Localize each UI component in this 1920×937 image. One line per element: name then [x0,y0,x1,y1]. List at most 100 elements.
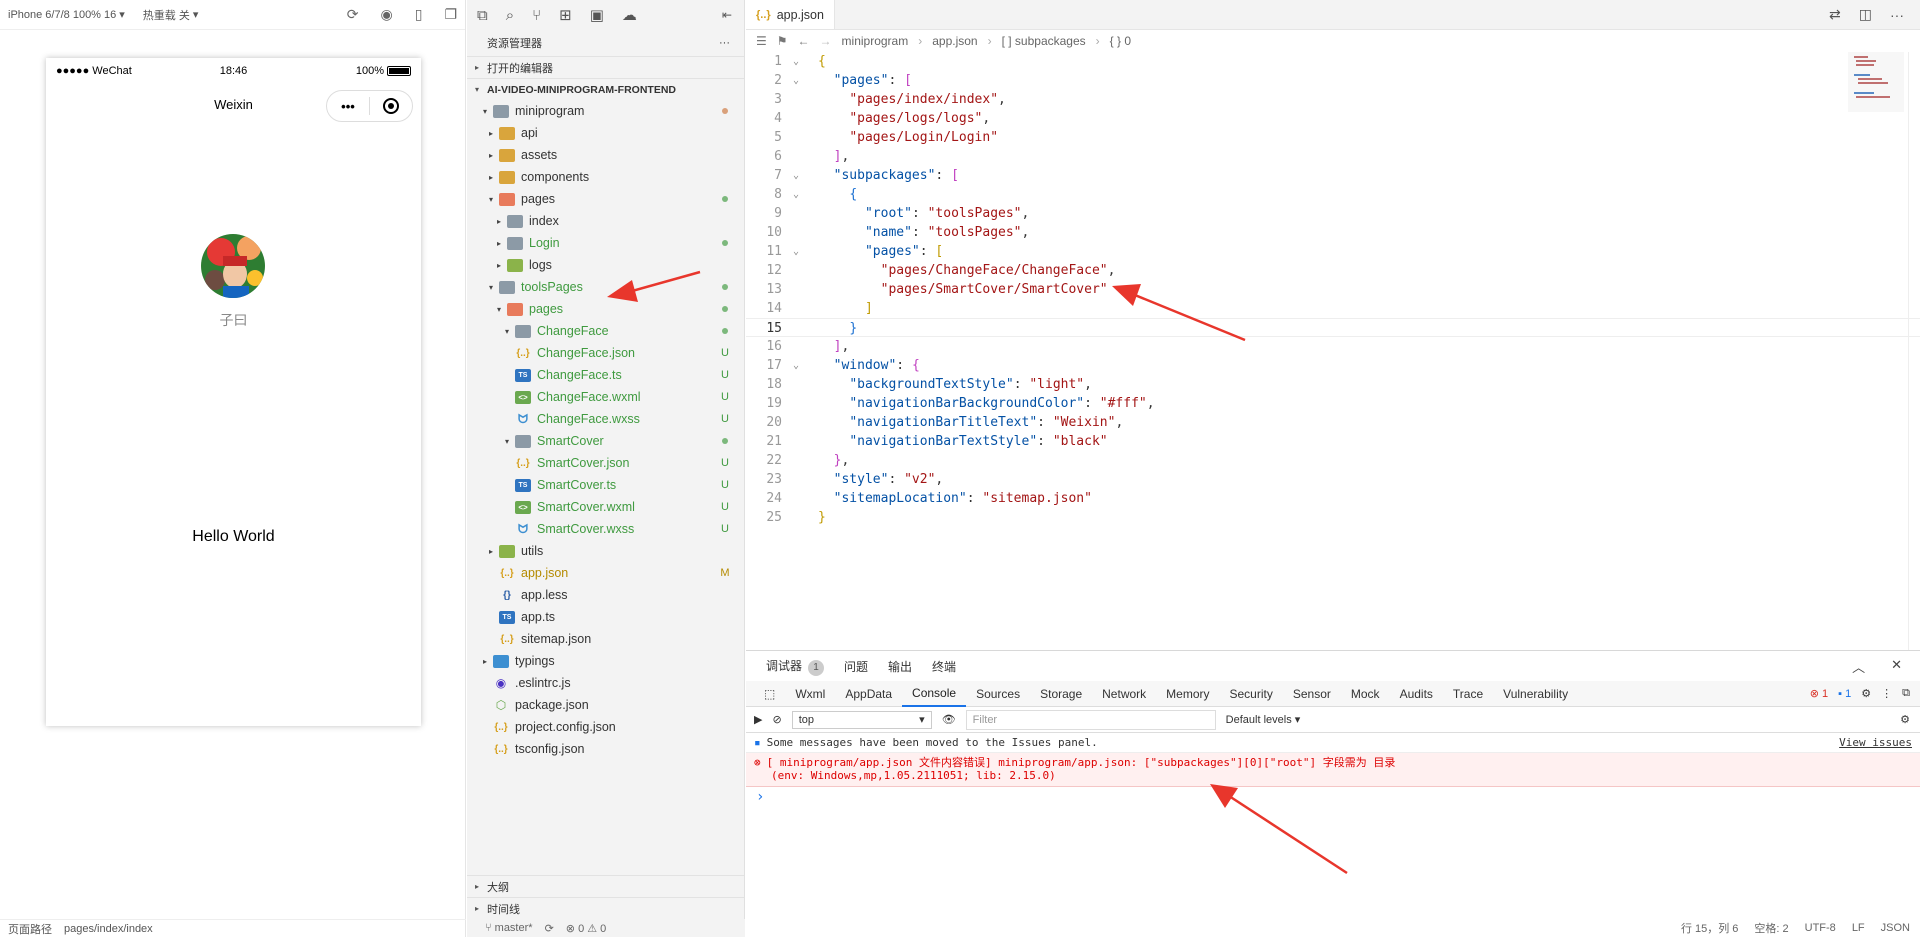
tree-item[interactable]: {..} app.json M [467,562,744,584]
more-dots-icon[interactable]: ••• [327,99,369,114]
compare-icon[interactable]: ⇄ [1829,6,1841,23]
tree-item[interactable]: ▸ assets [467,144,744,166]
tab-app-json[interactable]: {..} app.json [746,0,835,29]
tree-item[interactable]: ▸ Login [467,232,744,254]
console-prompt[interactable]: › [746,787,1920,807]
tree-item[interactable]: ᗢ SmartCover.wxss U [467,518,744,540]
cloud-icon[interactable]: ☁ [622,6,637,24]
devtools-tab[interactable]: Sensor [1283,681,1341,707]
tree-item[interactable]: {..} project.config.json [467,716,744,738]
tree-item[interactable]: {..} ChangeFace.json U [467,342,744,364]
line-ending[interactable]: LF [1852,922,1865,934]
tree-item[interactable]: ▸ components [467,166,744,188]
gallery-icon[interactable]: ▣ [590,6,604,24]
cursor-position[interactable]: 行 15，列 6 [1681,920,1738,936]
tree-item[interactable]: ▸ logs [467,254,744,276]
tree-item[interactable]: TS SmartCover.ts U [467,474,744,496]
timeline-section[interactable]: ▸ 时间线 [467,897,744,919]
menu-capsule[interactable]: ••• [326,90,413,122]
undock-icon[interactable]: ⧉ [1902,687,1910,700]
tree-item[interactable]: ▾ ChangeFace [467,320,744,342]
source-control-icon[interactable]: ⑂ [532,7,541,24]
clear-console-icon[interactable]: ⊘ [772,713,781,726]
sync-icon[interactable]: ⟳ [545,922,554,935]
tree-item[interactable]: TS app.ts [467,606,744,628]
devtools-tab[interactable]: AppData [835,681,902,707]
tree-item[interactable]: <> SmartCover.wxml U [467,496,744,518]
bookmark-icon[interactable]: ⚑ [777,34,788,48]
encoding[interactable]: UTF-8 [1805,922,1836,934]
more-vertical-icon[interactable]: ⋮ [1881,687,1892,700]
tree-item[interactable]: ᗢ ChangeFace.wxss U [467,408,744,430]
devtools-tab[interactable]: Sources [966,681,1030,707]
more-actions-icon[interactable]: ··· [1890,7,1904,23]
refresh-icon[interactable]: ⟳ [347,6,359,23]
breadcrumb-item[interactable]: [ ] subpackages [1002,34,1086,48]
tree-item[interactable]: {} app.less [467,584,744,606]
filter-input[interactable]: Filter [965,709,1216,730]
close-icon[interactable]: ✕ [1891,657,1902,676]
tree-item[interactable]: <> ChangeFace.wxml U [467,386,744,408]
git-branch[interactable]: ⑂ master* [485,922,533,934]
tree-item[interactable]: ⬡ package.json [467,694,744,716]
chevron-up-icon[interactable]: ︿ [1852,657,1865,676]
tab-terminal[interactable]: 终端 [932,658,956,675]
extensions-icon[interactable]: ⊞ [559,6,572,24]
tree-item[interactable]: ▸ utils [467,540,744,562]
breadcrumb-item[interactable]: miniprogram [842,34,909,48]
sidebar-toggle-icon[interactable]: ▶ [754,713,762,726]
tree-item[interactable]: ▾ pages [467,188,744,210]
tree-item[interactable]: ▾ toolsPages [467,276,744,298]
console-settings-icon[interactable]: ⚙ [1900,713,1910,726]
devtools-tab[interactable]: Mock [1341,681,1390,707]
back-icon[interactable]: ← [798,34,810,48]
collapse-icon[interactable]: ⇤ [722,8,732,22]
tree-item[interactable]: ▾ SmartCover [467,430,744,452]
error-counter[interactable]: ⊗ 1 [1810,687,1828,700]
outline-section[interactable]: ▸ 大纲 [467,875,744,897]
close-capsule-icon[interactable] [370,98,412,114]
devtools-tab[interactable]: Storage [1030,681,1092,707]
tree-item[interactable]: {..} SmartCover.json U [467,452,744,474]
devtools-tab[interactable]: Security [1220,681,1283,707]
devtools-tab[interactable]: Vulnerability [1493,681,1578,707]
language-mode[interactable]: JSON [1881,922,1910,934]
tree-item[interactable]: ◉ .eslintrc.js [467,672,744,694]
page-path-label[interactable]: 页面路径 [8,921,52,937]
tree-item[interactable]: {..} tsconfig.json [467,738,744,760]
tree-item[interactable]: {..} sitemap.json [467,628,744,650]
minimap[interactable] [1848,52,1904,112]
devtools-tab[interactable]: Network [1092,681,1156,707]
tree-item[interactable]: ▸ index [467,210,744,232]
tab-output[interactable]: 输出 [888,658,912,675]
tab-problems[interactable]: 问题 [844,658,868,675]
avatar[interactable] [201,234,265,298]
view-issues-link[interactable]: View issues [1839,736,1912,749]
open-editors-section[interactable]: ▸ 打开的编辑器 [467,56,744,78]
tree-item[interactable]: ▾ pages [467,298,744,320]
hot-reload-select[interactable]: 热重载 关 ▾ [143,7,199,23]
tree-item[interactable]: ▸ typings [467,650,744,672]
tab-debugger[interactable]: 调试器 1 [766,657,825,676]
levels-select[interactable]: Default levels ▾ [1226,713,1301,726]
tree-item[interactable]: ▾ miniprogram [467,100,744,122]
code-area[interactable]: 1 ⌄{ 2 ⌄ "pages": [ 3 "pages/index/index",… [746,52,1920,527]
files-icon[interactable]: ⧉ [477,7,488,24]
forward-icon[interactable]: → [820,34,832,48]
eye-icon[interactable]: 👁 [942,713,956,726]
tree-item[interactable]: ▸ api [467,122,744,144]
breadcrumb-item[interactable]: app.json [932,34,977,48]
phone-icon[interactable]: ▯ [415,6,423,23]
more-icon[interactable]: ··· [719,37,730,49]
inspect-icon[interactable]: ⬚ [754,681,785,707]
problems-indicator[interactable]: ⊗ 0 ⚠ 0 [566,922,607,935]
devtools-tab[interactable]: Trace [1443,681,1493,707]
search-icon[interactable]: ⌕ [506,7,514,24]
stop-icon[interactable]: ◉ [381,6,393,23]
info-counter[interactable]: ▪ 1 [1838,688,1851,700]
settings-icon[interactable]: ⚙ [1861,687,1871,700]
list-icon[interactable]: ☰ [756,34,767,48]
editor-scrollbar[interactable] [1908,52,1920,652]
window-icon[interactable]: ❐ [444,6,457,23]
project-section[interactable]: ▾ AI-VIDEO-MINIPROGRAM-FRONTEND [467,78,744,100]
